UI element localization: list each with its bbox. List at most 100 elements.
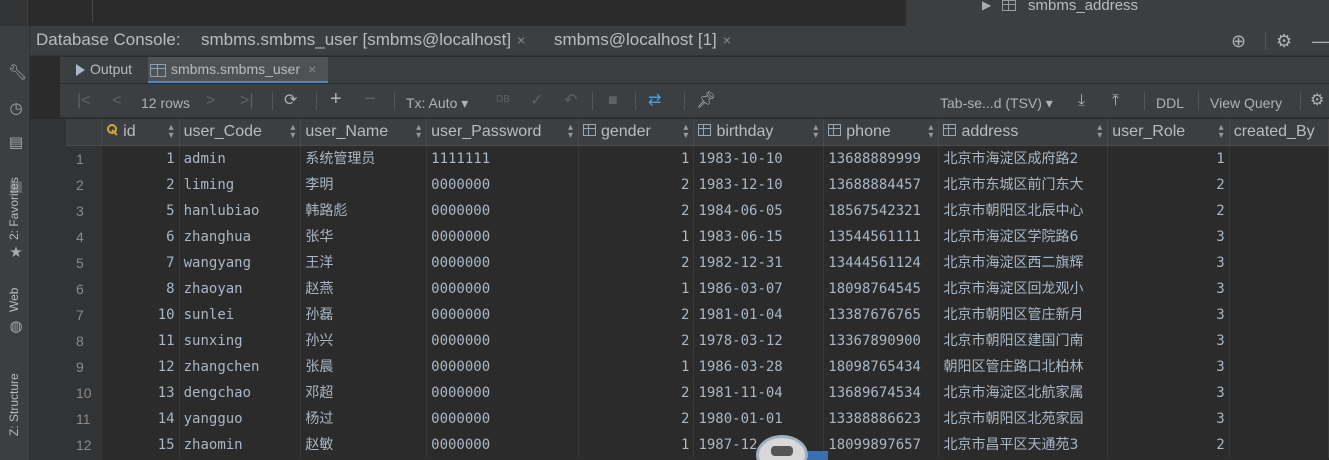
db-commit-icon[interactable]: DB [496, 90, 510, 110]
table-cell[interactable]: 0000000 [426, 405, 579, 432]
structure-tool-tab[interactable]: Z: Structure [7, 373, 21, 436]
view-query-button[interactable]: View Query [1210, 93, 1282, 113]
table-cell[interactable]: 1984-06-05 [693, 197, 825, 224]
table-cell[interactable]: 赵敏 [300, 431, 428, 458]
table-cell[interactable]: 2 [578, 301, 695, 328]
table-row[interactable]: 6 8 zhaoyan 赵燕 0000000 1 1986-03-07 18098764545… [66, 275, 1329, 302]
compare-icon[interactable]: ⇄ [648, 91, 661, 111]
column-header-phone[interactable]: phone ▴ ▾ [823, 119, 940, 146]
table-cell[interactable]: 北京市朝阳区建国门南 [938, 327, 1109, 354]
table-cell[interactable]: 1983-10-10 [693, 145, 825, 172]
table-cell[interactable]: 3 [1107, 327, 1230, 354]
table-cell[interactable]: 北京市东城区前门东大 [938, 171, 1109, 198]
clock-icon[interactable]: ◷ [8, 100, 24, 116]
table-cell[interactable]: 13388886623 [823, 405, 940, 432]
table-cell[interactable] [1229, 379, 1329, 406]
column-header-birthday[interactable]: birthday ▴ ▾ [693, 119, 825, 146]
table-cell[interactable]: 2 [578, 379, 695, 406]
export-format-dropdown[interactable]: Tab-se...d (TSV) ▾ [940, 93, 1053, 113]
table-cell[interactable]: 2 [1107, 197, 1230, 224]
table-cell[interactable]: 1978-03-12 [693, 327, 825, 354]
table-cell[interactable]: 1981-11-04 [693, 379, 825, 406]
table-cell[interactable]: 13544561111 [823, 223, 940, 250]
table-cell[interactable]: 18098764545 [823, 275, 940, 302]
table-row[interactable]: 9 12 zhangchen 张晨 0000000 1 1986-03-28 18098765… [66, 353, 1329, 380]
table-cell[interactable]: 0000000 [426, 301, 579, 328]
column-header-address[interactable]: address ▴ ▾ [938, 119, 1109, 146]
table-cell[interactable] [1229, 327, 1329, 354]
table-row[interactable]: 2 2 liming 李明 0000000 2 1983-12-10 13688884457 北… [66, 171, 1329, 198]
table-cell[interactable]: sunxing [179, 327, 302, 354]
column-header-user-name[interactable]: user_Name ▴ ▾ [300, 119, 428, 146]
table-cell[interactable]: 1 [578, 431, 695, 458]
minimize-icon[interactable]: — [1312, 31, 1329, 52]
table-cell[interactable]: 1981-01-04 [693, 301, 825, 328]
commit-check-icon[interactable]: ✓ [530, 91, 543, 111]
table-cell[interactable]: 5 [101, 197, 180, 224]
project-tree-item-smbms-address[interactable]: smbms_address [1028, 0, 1138, 14]
column-header-user-code[interactable]: user_Code ▴ ▾ [179, 119, 302, 146]
close-icon[interactable]: × [517, 32, 525, 48]
table-cell[interactable]: 2 [578, 249, 695, 276]
table-cell[interactable]: 2 [578, 171, 695, 198]
sort-icon[interactable]: ▴ ▾ [568, 123, 573, 141]
table-cell[interactable]: 0000000 [426, 353, 579, 380]
table-cell[interactable]: 1980-01-01 [693, 405, 825, 432]
table-cell[interactable]: 朝阳区管庄路口北柏林 [938, 353, 1109, 380]
pin-icon[interactable]: 📌︎ [696, 91, 716, 111]
transaction-mode-dropdown[interactable]: Tx: Auto ▾ [406, 93, 468, 113]
table-cell[interactable]: 0000000 [426, 431, 579, 458]
table-cell[interactable] [1229, 275, 1329, 302]
table-row[interactable]: 4 6 zhanghua 张华 0000000 1 1983-06-15 1354456111… [66, 223, 1329, 250]
table-cell[interactable]: wangyang [179, 249, 302, 276]
table-cell[interactable]: 北京市海淀区回龙观小 [938, 275, 1109, 302]
wrench-icon[interactable]: 🔧︎ [8, 64, 27, 80]
table-cell[interactable]: 18567542321 [823, 197, 940, 224]
table-cell[interactable]: 北京市海淀区学院路6 [938, 223, 1109, 250]
table-cell[interactable]: 2 [578, 327, 695, 354]
table-cell[interactable]: zhaoyan [179, 275, 302, 302]
table-row[interactable]: 10 13 dengchao 邓超 0000000 2 1981-11-04 13689674… [66, 379, 1329, 406]
table-cell[interactable]: 2 [1107, 171, 1230, 198]
table-cell[interactable]: 3 [1107, 223, 1230, 250]
import-upload-icon[interactable]: ⤒ [1112, 91, 1119, 111]
table-cell[interactable]: yangguo [179, 405, 302, 432]
table-cell[interactable]: hanlubiao [179, 197, 302, 224]
table-cell[interactable]: 1986-03-07 [693, 275, 825, 302]
tab-output[interactable]: Output [66, 57, 146, 83]
table-cell[interactable]: 孙兴 [300, 327, 428, 354]
table-cell[interactable]: 13 [101, 379, 180, 406]
table-cell[interactable] [1229, 197, 1329, 224]
table-cell[interactable] [1229, 431, 1329, 458]
next-page-icon[interactable]: > [206, 91, 215, 111]
column-header-created-by[interactable]: created_By [1229, 119, 1329, 146]
sort-icon[interactable]: ▴ ▾ [1219, 123, 1224, 141]
add-row-icon[interactable]: + [330, 89, 342, 109]
table-cell[interactable]: 张晨 [300, 353, 428, 380]
table-cell[interactable]: 1 [578, 145, 695, 172]
close-icon[interactable]: × [308, 61, 316, 77]
previous-page-icon[interactable]: < [112, 91, 121, 111]
table-cell[interactable]: 14 [101, 405, 180, 432]
table-cell[interactable]: 3 [1107, 249, 1230, 276]
sort-icon[interactable]: ▴ ▾ [1097, 123, 1102, 141]
table-cell[interactable]: 0000000 [426, 197, 579, 224]
table-row[interactable]: 1 1 admin 系统管理员 1111111 1 1983-10-10 1368888999… [66, 145, 1329, 172]
table-cell[interactable]: 北京市昌平区天通苑3 [938, 431, 1109, 458]
table-cell[interactable]: 北京市朝阳区北苑家园 [938, 405, 1109, 432]
table-cell[interactable]: 2 [578, 405, 695, 432]
table-cell[interactable]: 1982-12-31 [693, 249, 825, 276]
table-cell[interactable]: zhangchen [179, 353, 302, 380]
table-cell[interactable]: zhaomin [179, 431, 302, 458]
column-header-user-password[interactable]: user_Password ▴ ▾ [426, 119, 579, 146]
table-cell[interactable]: 10 [101, 301, 180, 328]
table-cell[interactable]: 13387676765 [823, 301, 940, 328]
table-cell[interactable]: 系统管理员 [300, 145, 428, 172]
table-cell[interactable]: 1 [578, 223, 695, 250]
table-cell[interactable]: 3 [1107, 301, 1230, 328]
table-cell[interactable]: 北京市朝阳区北辰中心 [938, 197, 1109, 224]
table-cell[interactable]: 邓超 [300, 379, 428, 406]
column-header-user-role[interactable]: user_Role ▴ ▾ [1107, 119, 1230, 146]
tab-smbms-user-result[interactable]: smbms.smbms_user × [148, 57, 328, 83]
table-cell[interactable] [1229, 223, 1329, 250]
